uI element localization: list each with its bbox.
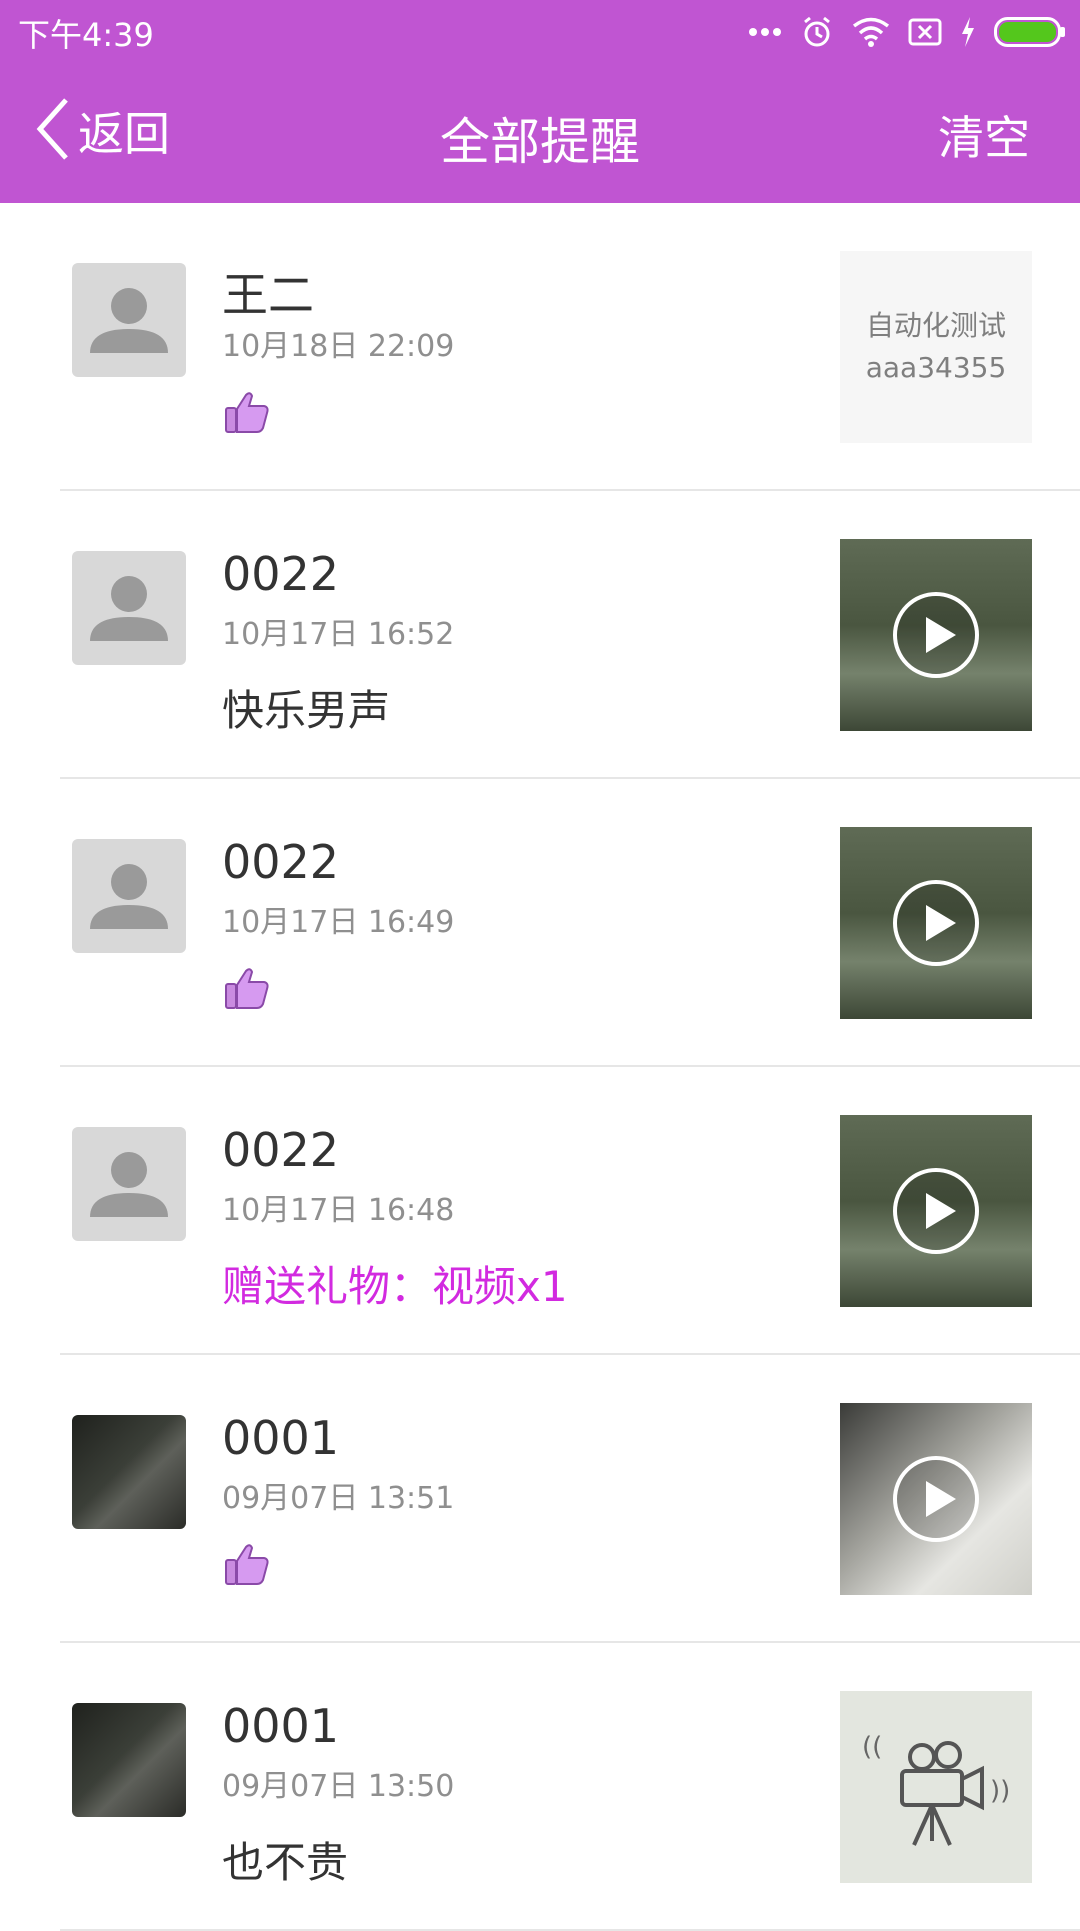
svg-text:((: (( <box>862 1732 882 1762</box>
avatar[interactable] <box>72 1415 186 1529</box>
video-thumbnail[interactable] <box>840 1403 1032 1595</box>
list-item[interactable]: 0022 10月17日 16:48 赠送礼物：视频x1 <box>0 1067 1080 1355</box>
list-item[interactable]: 0022 10月17日 16:49 <box>0 779 1080 1067</box>
person-icon <box>72 1152 186 1241</box>
video-thumbnail[interactable] <box>840 1115 1032 1307</box>
avatar[interactable] <box>72 263 186 377</box>
person-icon <box>72 576 186 665</box>
list-item[interactable]: 0022 10月17日 16:52 快乐男声 <box>0 491 1080 779</box>
notification-list: 王二 10月18日 22:09 自动化测试 aaa34355 0022 10月17日 16… <box>0 203 1080 1931</box>
page-title: 全部提醒 <box>440 113 640 171</box>
more-dots-icon <box>748 27 782 37</box>
status-time: 下午4:39 <box>18 16 154 54</box>
play-icon <box>892 591 980 679</box>
user-name: 0022 <box>222 1123 340 1177</box>
user-name: 王二 <box>222 268 314 322</box>
video-camera-icon: (()) <box>840 1732 1032 1883</box>
user-name: 0001 <box>222 1699 340 1753</box>
video-thumbnail[interactable] <box>840 539 1032 731</box>
charging-icon <box>960 17 976 47</box>
list-item[interactable]: 0001 09月07日 13:51 <box>0 1355 1080 1643</box>
battery-icon <box>994 17 1066 47</box>
avatar[interactable] <box>72 1127 186 1241</box>
thumbs-up-icon <box>224 1541 270 1587</box>
thumbs-up-icon <box>224 389 270 435</box>
wifi-icon <box>852 17 890 47</box>
notification-content: 也不贵 <box>222 1838 349 1887</box>
notification-time: 10月17日 16:52 <box>222 617 455 652</box>
avatar[interactable] <box>72 1703 186 1817</box>
notification-time: 10月17日 16:48 <box>222 1193 455 1228</box>
svg-text:)): )) <box>990 1776 1010 1806</box>
post-thumbnail[interactable]: 自动化测试 aaa34355 <box>840 251 1032 443</box>
alarm-icon <box>800 15 834 49</box>
avatar[interactable] <box>72 551 186 665</box>
title-bar: 返回 全部提醒 清空 <box>0 64 1080 203</box>
clear-button[interactable]: 清空 <box>938 102 1030 168</box>
avatar[interactable] <box>72 839 186 953</box>
video-thumbnail[interactable]: (()) <box>840 1691 1032 1883</box>
person-icon <box>72 864 186 953</box>
notification-content: 快乐男声 <box>222 686 391 735</box>
app-header: 下午4:39 返回 全部提醒 清空 <box>0 0 1080 203</box>
status-icons <box>730 12 1066 52</box>
notification-time: 09月07日 13:50 <box>222 1769 455 1804</box>
user-name: 0022 <box>222 547 340 601</box>
thumbnail-text-line-2: aaa34355 <box>865 351 1007 384</box>
notification-content: 赠送礼物：视频x1 <box>222 1262 568 1311</box>
no-sim-icon <box>908 17 942 47</box>
play-icon <box>892 1167 980 1255</box>
notification-time: 10月18日 22:09 <box>222 329 455 364</box>
notification-time: 09月07日 13:51 <box>222 1481 455 1516</box>
person-icon <box>72 288 186 377</box>
video-thumbnail[interactable] <box>840 827 1032 1019</box>
play-icon <box>892 1455 980 1543</box>
user-name: 0022 <box>222 835 340 889</box>
list-item[interactable]: 0001 09月07日 13:50 也不贵 (()) <box>0 1643 1080 1931</box>
thumbs-up-icon <box>224 965 270 1011</box>
play-icon <box>892 879 980 967</box>
thumbnail-text-line-1: 自动化测试 <box>865 309 1006 342</box>
status-bar: 下午4:39 <box>0 0 1080 64</box>
user-name: 0001 <box>222 1411 340 1465</box>
notification-time: 10月17日 16:49 <box>222 905 455 940</box>
list-item[interactable]: 王二 10月18日 22:09 自动化测试 aaa34355 <box>0 203 1080 491</box>
